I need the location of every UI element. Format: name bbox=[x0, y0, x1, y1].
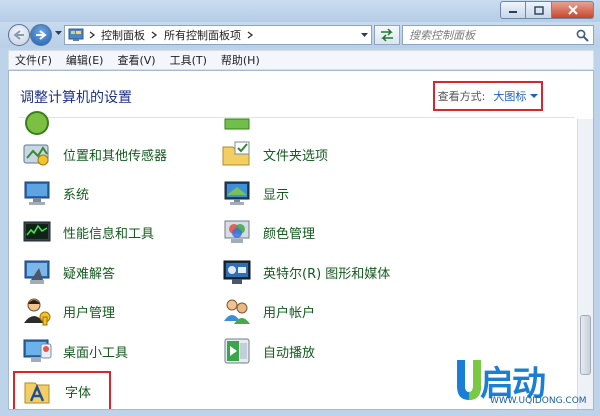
header-divider bbox=[19, 117, 575, 118]
chevron-right-icon[interactable] bbox=[150, 30, 158, 40]
item-label: 字体 bbox=[65, 385, 92, 401]
menu-bar: 文件(F) 编辑(E) 查看(V) 工具(T) 帮助(H) bbox=[8, 50, 594, 70]
chevron-right-icon[interactable] bbox=[246, 30, 254, 40]
item-label: 英特尔(R) 图形和媒体 bbox=[263, 266, 391, 282]
control-panel-item-system[interactable]: 系统 bbox=[21, 177, 89, 209]
search-box bbox=[402, 25, 594, 45]
system-icon bbox=[24, 181, 50, 205]
troubleshooting-icon bbox=[24, 260, 50, 284]
page-title: 调整计算机的设置 bbox=[20, 90, 132, 106]
item-label: 颜色管理 bbox=[263, 226, 316, 242]
forward-button[interactable] bbox=[30, 24, 52, 46]
minimize-icon bbox=[509, 11, 517, 13]
address-history-dropdown-icon[interactable] bbox=[360, 31, 369, 39]
partial-item-icon bbox=[25, 111, 49, 135]
menu-file[interactable]: 文件(F) bbox=[15, 52, 52, 68]
performance-icon bbox=[23, 221, 51, 242]
control-panel-item-folder-options[interactable]: 文件夹选项 bbox=[221, 138, 328, 170]
control-panel-item-intel-graphics[interactable]: 英特尔(R) 图形和媒体 bbox=[221, 256, 390, 288]
control-panel-item-autoplay[interactable]: 自动播放 bbox=[221, 335, 315, 367]
refresh-button[interactable] bbox=[374, 25, 400, 45]
view-mode-selector[interactable]: 查看方式: 大图标 bbox=[433, 81, 543, 111]
search-icon[interactable] bbox=[576, 29, 589, 42]
control-panel-item-desktop-gadgets[interactable]: 桌面小工具 bbox=[21, 335, 128, 367]
breadcrumb-control-panel[interactable]: 控制面板 bbox=[97, 27, 164, 43]
watermark-logo: 启动 WWW.UQIDONG.COM bbox=[454, 356, 598, 412]
view-mode-value[interactable]: 大图标 bbox=[493, 88, 526, 104]
control-panel-item-user-accounts[interactable]: 用户帐户 bbox=[221, 295, 315, 327]
control-panel-item-partial[interactable] bbox=[221, 107, 253, 139]
item-label: 自动播放 bbox=[263, 345, 316, 361]
control-panel-item-performance[interactable]: 性能信息和工具 bbox=[21, 216, 154, 248]
item-label: 文件夹选项 bbox=[263, 148, 329, 164]
item-label: 用户管理 bbox=[63, 305, 116, 321]
watermark-url: WWW.UQIDONG.COM bbox=[490, 396, 587, 406]
menu-edit[interactable]: 编辑(E) bbox=[66, 52, 104, 68]
back-button[interactable] bbox=[8, 24, 30, 46]
maximize-icon bbox=[533, 5, 544, 15]
desktop-gadgets-icon bbox=[23, 339, 52, 362]
location-sensor-icon bbox=[23, 144, 49, 166]
menu-tools[interactable]: 工具(T) bbox=[170, 52, 207, 68]
fonts-icon bbox=[24, 382, 50, 404]
user-accounts-icon bbox=[224, 299, 250, 324]
control-panel-item-partial[interactable] bbox=[21, 107, 53, 139]
close-button[interactable] bbox=[552, 1, 594, 19]
title-bar bbox=[0, 0, 600, 22]
control-panel-item-fonts[interactable]: 字体 bbox=[23, 375, 91, 407]
maximize-button[interactable] bbox=[526, 1, 552, 19]
navigation-bar: 控制面板 所有控制面板项 bbox=[0, 22, 600, 48]
address-bar[interactable]: 控制面板 所有控制面板项 bbox=[64, 25, 372, 45]
control-panel-item-display[interactable]: 显示 bbox=[221, 177, 289, 209]
item-label: 桌面小工具 bbox=[63, 345, 129, 361]
control-panel-item-color-management[interactable]: 颜色管理 bbox=[221, 216, 315, 248]
item-label: 疑难解答 bbox=[63, 266, 116, 282]
minimize-button[interactable] bbox=[500, 1, 526, 19]
item-label: 位置和其他传感器 bbox=[63, 148, 168, 164]
menu-view[interactable]: 查看(V) bbox=[117, 52, 155, 68]
arrow-right-icon bbox=[36, 30, 47, 40]
intel-graphics-icon bbox=[223, 260, 251, 284]
menu-help[interactable]: 帮助(H) bbox=[221, 52, 260, 68]
close-icon bbox=[567, 5, 578, 15]
recent-pages-dropdown-icon[interactable] bbox=[55, 31, 62, 36]
user-management-icon bbox=[24, 298, 51, 326]
control-panel-item-location-sensors[interactable]: 位置和其他传感器 bbox=[21, 138, 167, 170]
arrow-left-icon bbox=[13, 30, 24, 40]
breadcrumb-label: 所有控制面板项 bbox=[164, 29, 241, 42]
display-icon bbox=[224, 181, 250, 205]
item-label: 显示 bbox=[263, 187, 290, 203]
item-label: 性能信息和工具 bbox=[63, 226, 155, 242]
chevron-right-icon[interactable] bbox=[87, 30, 97, 40]
partial-item-icon bbox=[224, 118, 250, 130]
chevron-down-icon[interactable] bbox=[530, 93, 539, 99]
control-panel-icon bbox=[68, 28, 84, 41]
autoplay-icon bbox=[224, 338, 250, 364]
breadcrumb-all-items[interactable]: 所有控制面板项 bbox=[164, 27, 260, 43]
search-input[interactable] bbox=[409, 28, 569, 42]
control-panel-item-user-management[interactable]: 用户管理 bbox=[21, 295, 115, 327]
refresh-icon bbox=[381, 28, 393, 42]
window-controls bbox=[500, 1, 594, 19]
folder-options-icon bbox=[222, 141, 250, 166]
item-label: 系统 bbox=[63, 187, 90, 203]
breadcrumb-label: 控制面板 bbox=[101, 29, 145, 42]
color-management-icon bbox=[224, 220, 250, 243]
view-mode-label: 查看方式: bbox=[437, 90, 486, 103]
control-panel-item-troubleshooting[interactable]: 疑难解答 bbox=[21, 256, 115, 288]
item-label: 用户帐户 bbox=[263, 305, 316, 321]
